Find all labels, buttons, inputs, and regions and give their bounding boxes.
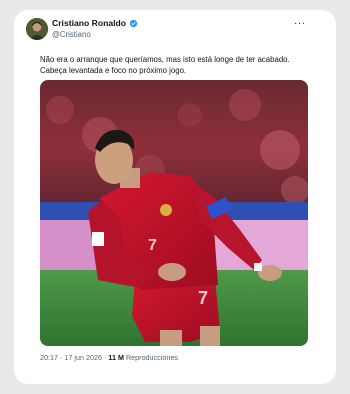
views-label: Reproducciones	[125, 353, 178, 362]
author-name[interactable]: Cristiano Ronaldo	[52, 18, 126, 28]
tweet-date[interactable]: 17 jun 2026	[64, 353, 102, 362]
tweet-text: Não era o arranque que queríamos, mas is…	[40, 55, 290, 75]
meta-dot: ·	[103, 353, 107, 362]
player-photo: 7 7	[40, 80, 308, 346]
jersey-number-shorts: 7	[198, 288, 208, 308]
avatar[interactable]	[26, 18, 48, 40]
meta-separator: ·	[60, 353, 63, 362]
views-count: 11 M	[108, 353, 124, 362]
avatar-image	[26, 18, 48, 40]
author-handle[interactable]: @Cristiano	[52, 30, 91, 39]
jersey-number-front: 7	[148, 237, 157, 254]
tweet-meta: 20:17 · 17 jun 2026 · 11 M Reproduccione…	[40, 353, 178, 362]
tweet-media[interactable]: 7 7	[40, 80, 308, 346]
verified-badge-icon	[129, 19, 138, 27]
more-horizontal-icon[interactable]: ···	[294, 18, 306, 29]
tweet-time[interactable]: 20:17	[40, 353, 58, 362]
